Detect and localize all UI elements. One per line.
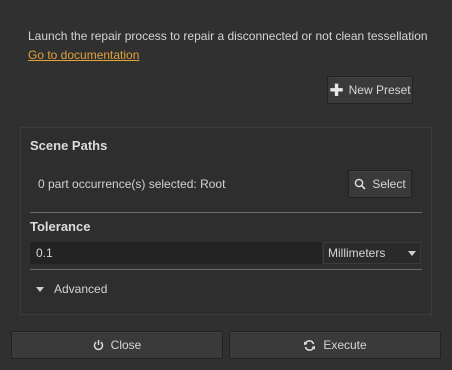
execute-button[interactable]: Execute: [229, 331, 441, 359]
section-divider: [30, 212, 422, 213]
tolerance-title: Tolerance: [30, 219, 91, 234]
new-preset-label: New Preset: [348, 83, 411, 97]
unit-selected-value: Millimeters: [328, 246, 386, 260]
new-preset-button[interactable]: ✚ New Preset: [327, 76, 413, 104]
unit-dropdown[interactable]: Millimeters: [323, 242, 421, 264]
section-divider: [30, 269, 422, 270]
plus-icon: ✚: [329, 80, 344, 100]
select-label: Select: [372, 177, 406, 191]
expand-arrow-icon: [36, 286, 44, 292]
search-icon: [355, 178, 366, 190]
advanced-toggle[interactable]: Advanced: [36, 282, 107, 296]
close-label: Close: [110, 338, 142, 352]
close-button[interactable]: Close: [11, 331, 223, 359]
scene-paths-title: Scene Paths: [30, 138, 108, 153]
refresh-icon: [304, 339, 316, 351]
description-text: Launch the repair process to repair a di…: [28, 29, 428, 43]
select-button[interactable]: Select: [348, 170, 412, 198]
advanced-label: Advanced: [54, 282, 108, 296]
selection-status-text: 0 part occurrence(s) selected: Root: [38, 177, 226, 191]
chevron-down-icon: [408, 250, 416, 256]
tolerance-input[interactable]: [30, 242, 322, 264]
power-icon: [93, 340, 103, 351]
documentation-link[interactable]: Go to documentation: [28, 48, 139, 62]
execute-label: Execute: [323, 338, 367, 352]
